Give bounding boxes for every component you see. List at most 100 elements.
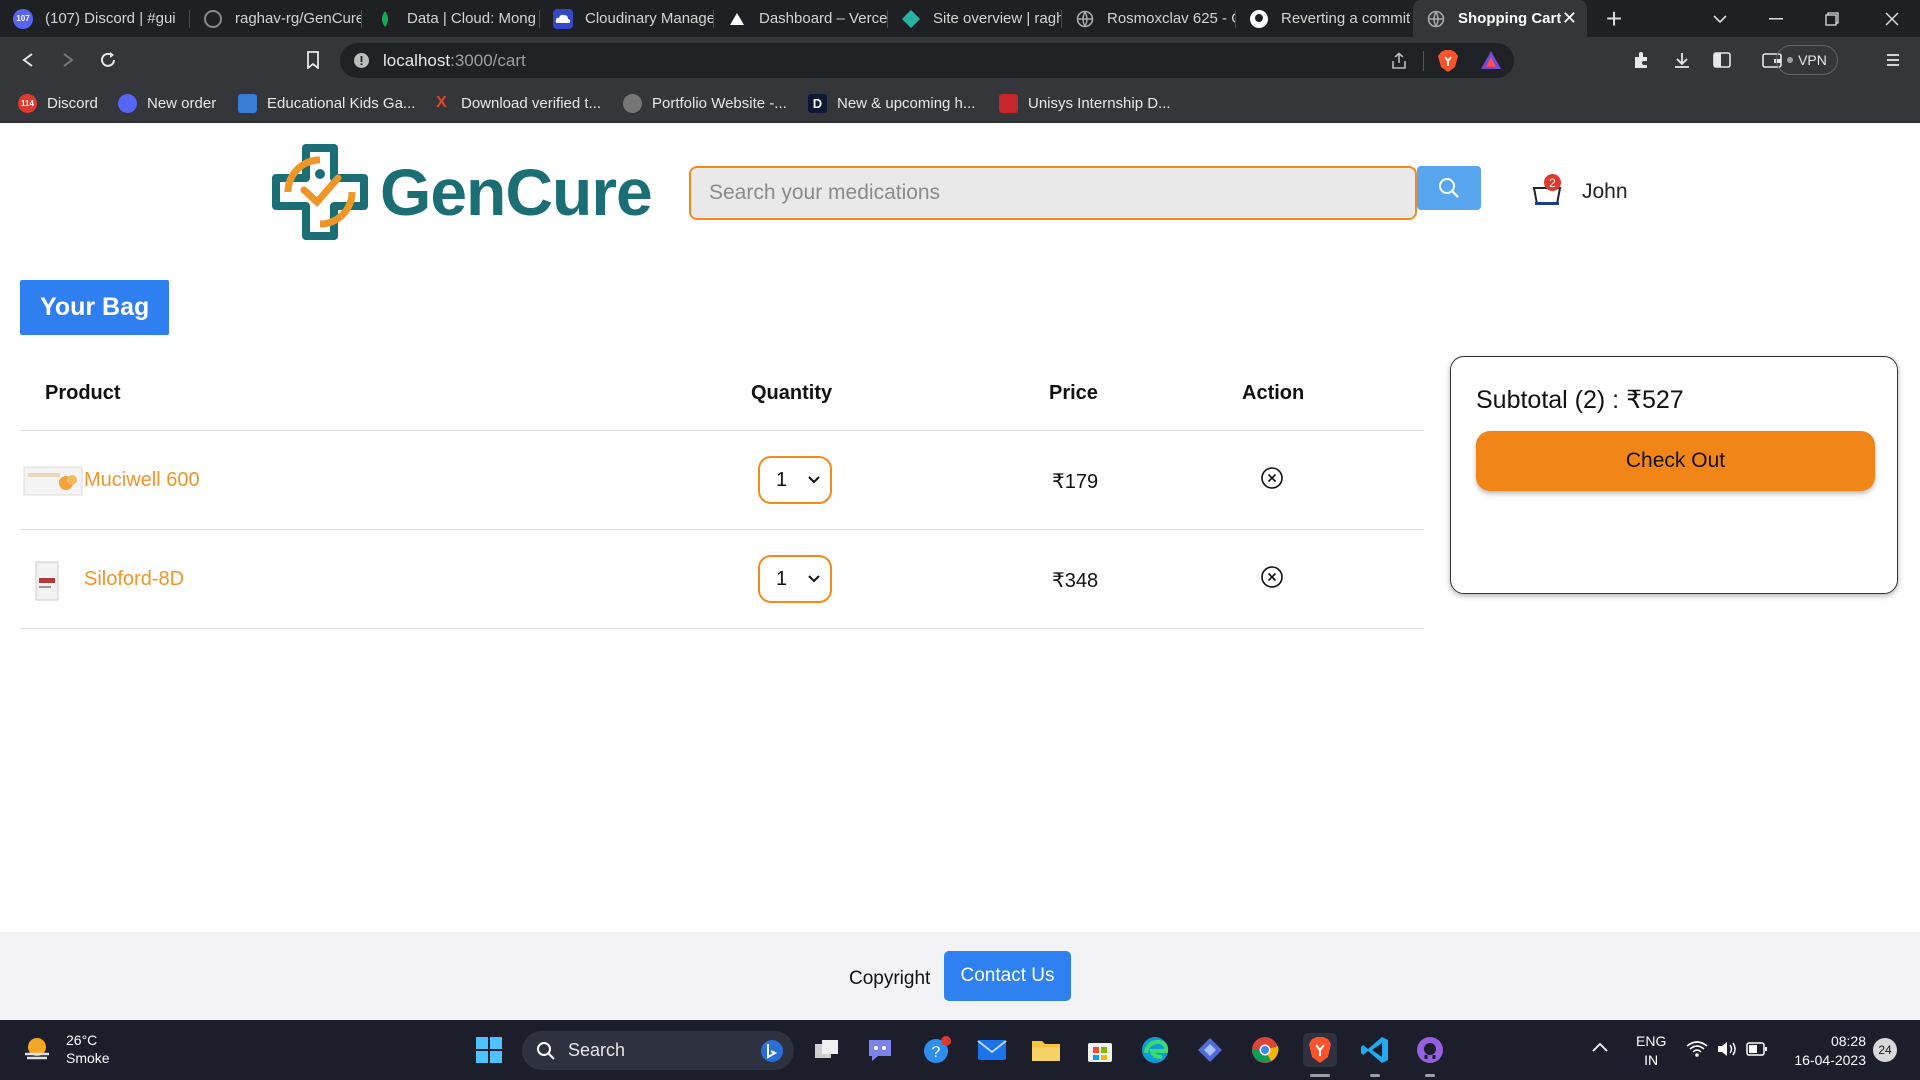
tab-title: raghav-rg/GenCure — [235, 10, 362, 27]
vpn-button[interactable]: VPN — [1776, 45, 1838, 75]
brave-browser-icon[interactable] — [1303, 1033, 1337, 1067]
bookmark-educational[interactable]: Educational Kids Ga... — [238, 91, 415, 115]
sidebar-icon[interactable] — [1709, 47, 1735, 73]
copyright-text: Copyright — [849, 968, 931, 989]
chevron-down-icon — [808, 575, 820, 583]
product-image[interactable] — [22, 459, 86, 503]
extensions-icon[interactable] — [1629, 47, 1655, 73]
quantity-select[interactable]: 1 — [758, 456, 832, 504]
close-window-button[interactable] — [1864, 0, 1920, 37]
tab-cloudinary[interactable]: Cloudinary Manage — [540, 0, 714, 37]
column-header-quantity: Quantity — [751, 382, 833, 404]
site-info-icon[interactable] — [353, 52, 370, 69]
download-icon[interactable] — [1669, 47, 1695, 73]
bing-icon[interactable] — [760, 1039, 784, 1063]
table-divider — [20, 628, 1424, 629]
tab-title: Reverting a commit — [1281, 10, 1410, 27]
taskbar-search[interactable]: Search — [522, 1031, 794, 1070]
search-icon — [1439, 178, 1459, 198]
tab-discord[interactable]: 107 (107) Discord | #gui — [0, 0, 190, 37]
github-icon — [203, 9, 223, 29]
tab-shopping-cart[interactable]: Shopping Cart ✕ — [1413, 0, 1587, 37]
windows-start-icon[interactable] — [472, 1033, 506, 1067]
tab-title: Cloudinary Manage — [585, 10, 714, 27]
product-name-link[interactable]: Siloford-8D — [84, 568, 184, 591]
tab-title: (107) Discord | #gui — [45, 10, 176, 27]
file-explorer-icon[interactable] — [1029, 1033, 1063, 1067]
bookmark-unisys[interactable]: Unisys Internship D... — [999, 91, 1171, 115]
bookmark-download[interactable]: X Download verified t... — [432, 91, 601, 115]
column-header-product: Product — [45, 382, 121, 404]
github-icon — [1249, 9, 1269, 29]
volume-icon[interactable] — [1716, 1040, 1738, 1058]
table-row: Siloford-8D 1 ₹348 — [20, 529, 1424, 628]
bookmark-portfolio[interactable]: Portfolio Website -... — [623, 91, 787, 115]
wifi-icon[interactable] — [1686, 1040, 1708, 1058]
browser-tab-strip: 107 (107) Discord | #gui raghav-rg/GenCu… — [0, 0, 1920, 37]
tab-vercel[interactable]: Dashboard – Vercel — [714, 0, 888, 37]
product-name-link[interactable]: Muciwell 600 — [84, 469, 200, 492]
search-button[interactable] — [1417, 166, 1481, 210]
battery-icon[interactable] — [1746, 1041, 1768, 1057]
reload-icon[interactable] — [95, 47, 121, 73]
new-tab-button[interactable]: + — [1588, 0, 1640, 37]
bookmark-icon[interactable] — [300, 47, 326, 73]
globe-icon — [1075, 9, 1095, 29]
tab-search-chevron-icon[interactable] — [1692, 0, 1748, 37]
github-desktop-icon[interactable] — [1413, 1033, 1447, 1067]
app-icon — [118, 93, 137, 113]
tab-mongodb[interactable]: Data | Cloud: Mong — [362, 0, 540, 37]
url-text[interactable]: localhost:3000/cart — [383, 51, 526, 71]
checkout-button[interactable]: Check Out — [1476, 431, 1875, 491]
notification-count-badge[interactable]: 24 — [1873, 1038, 1897, 1062]
weather-description: Smoke — [66, 1050, 110, 1066]
tab-rosmoxclav[interactable]: Rosmoxclav 625 - G — [1062, 0, 1236, 37]
back-icon[interactable] — [15, 47, 41, 73]
tab-github-revert[interactable]: Reverting a commit — [1236, 0, 1410, 37]
close-tab-icon[interactable]: ✕ — [1562, 8, 1577, 29]
edge-icon[interactable] — [1138, 1033, 1172, 1067]
page-content: GenCure 2 John Your Bag Product Quantity… — [0, 124, 1920, 1020]
address-bar[interactable]: localhost:3000/cart — [340, 43, 1514, 78]
bookmark-new-order[interactable]: New order — [118, 91, 216, 115]
menu-icon[interactable] — [1880, 47, 1906, 73]
bookmark-discord[interactable]: 114 Discord — [18, 91, 98, 115]
brave-rewards-icon[interactable] — [1480, 50, 1502, 70]
globe-icon — [623, 93, 642, 113]
vscode-icon[interactable] — [1358, 1033, 1392, 1067]
share-icon[interactable] — [1390, 52, 1408, 70]
d-logo-icon: D — [808, 93, 827, 113]
remove-item-icon[interactable] — [1260, 565, 1284, 589]
item-price: ₹179 — [1052, 471, 1099, 493]
tab-github-gencure[interactable]: raghav-rg/GenCure — [190, 0, 362, 37]
weather-widget[interactable]: 26°C Smoke — [22, 1031, 110, 1067]
remove-item-icon[interactable] — [1260, 466, 1284, 490]
photos-app-icon[interactable] — [1193, 1033, 1227, 1067]
forward-icon[interactable] — [55, 47, 81, 73]
mail-icon — [238, 93, 257, 113]
quantity-select[interactable]: 1 — [758, 555, 832, 603]
medication-search-input[interactable] — [689, 166, 1417, 220]
brave-shields-icon[interactable] — [1437, 49, 1459, 73]
gencure-logo[interactable]: GenCure — [272, 144, 653, 240]
teams-chat-icon[interactable] — [863, 1033, 897, 1067]
user-name[interactable]: John — [1582, 180, 1628, 204]
mail-icon[interactable] — [975, 1033, 1009, 1067]
order-summary-card: Subtotal (2) : ₹527 Check Out — [1450, 356, 1898, 594]
tab-netlify[interactable]: Site overview | ragh — [888, 0, 1062, 37]
restore-button[interactable] — [1804, 0, 1860, 37]
product-image[interactable] — [22, 558, 86, 602]
chrome-icon[interactable] — [1248, 1033, 1282, 1067]
chevron-up-icon[interactable] — [1592, 1042, 1608, 1052]
system-clock[interactable]: 08:28 16-04-2023 — [1786, 1032, 1866, 1070]
language-indicator[interactable]: ENG IN — [1636, 1032, 1666, 1070]
subtotal-text: Subtotal (2) : ₹527 — [1476, 386, 1684, 414]
cart-count-badge: 2 — [1544, 174, 1561, 191]
microsoft-store-icon[interactable] — [1083, 1033, 1117, 1067]
bookmark-new-upcoming[interactable]: D New & upcoming h... — [808, 91, 975, 115]
contact-us-button[interactable]: Contact Us — [944, 951, 1071, 1001]
discord-icon: 114 — [18, 93, 37, 113]
task-view-icon[interactable] — [810, 1033, 844, 1067]
get-help-icon[interactable]: ? — [920, 1033, 954, 1067]
minimize-button[interactable] — [1748, 0, 1804, 37]
